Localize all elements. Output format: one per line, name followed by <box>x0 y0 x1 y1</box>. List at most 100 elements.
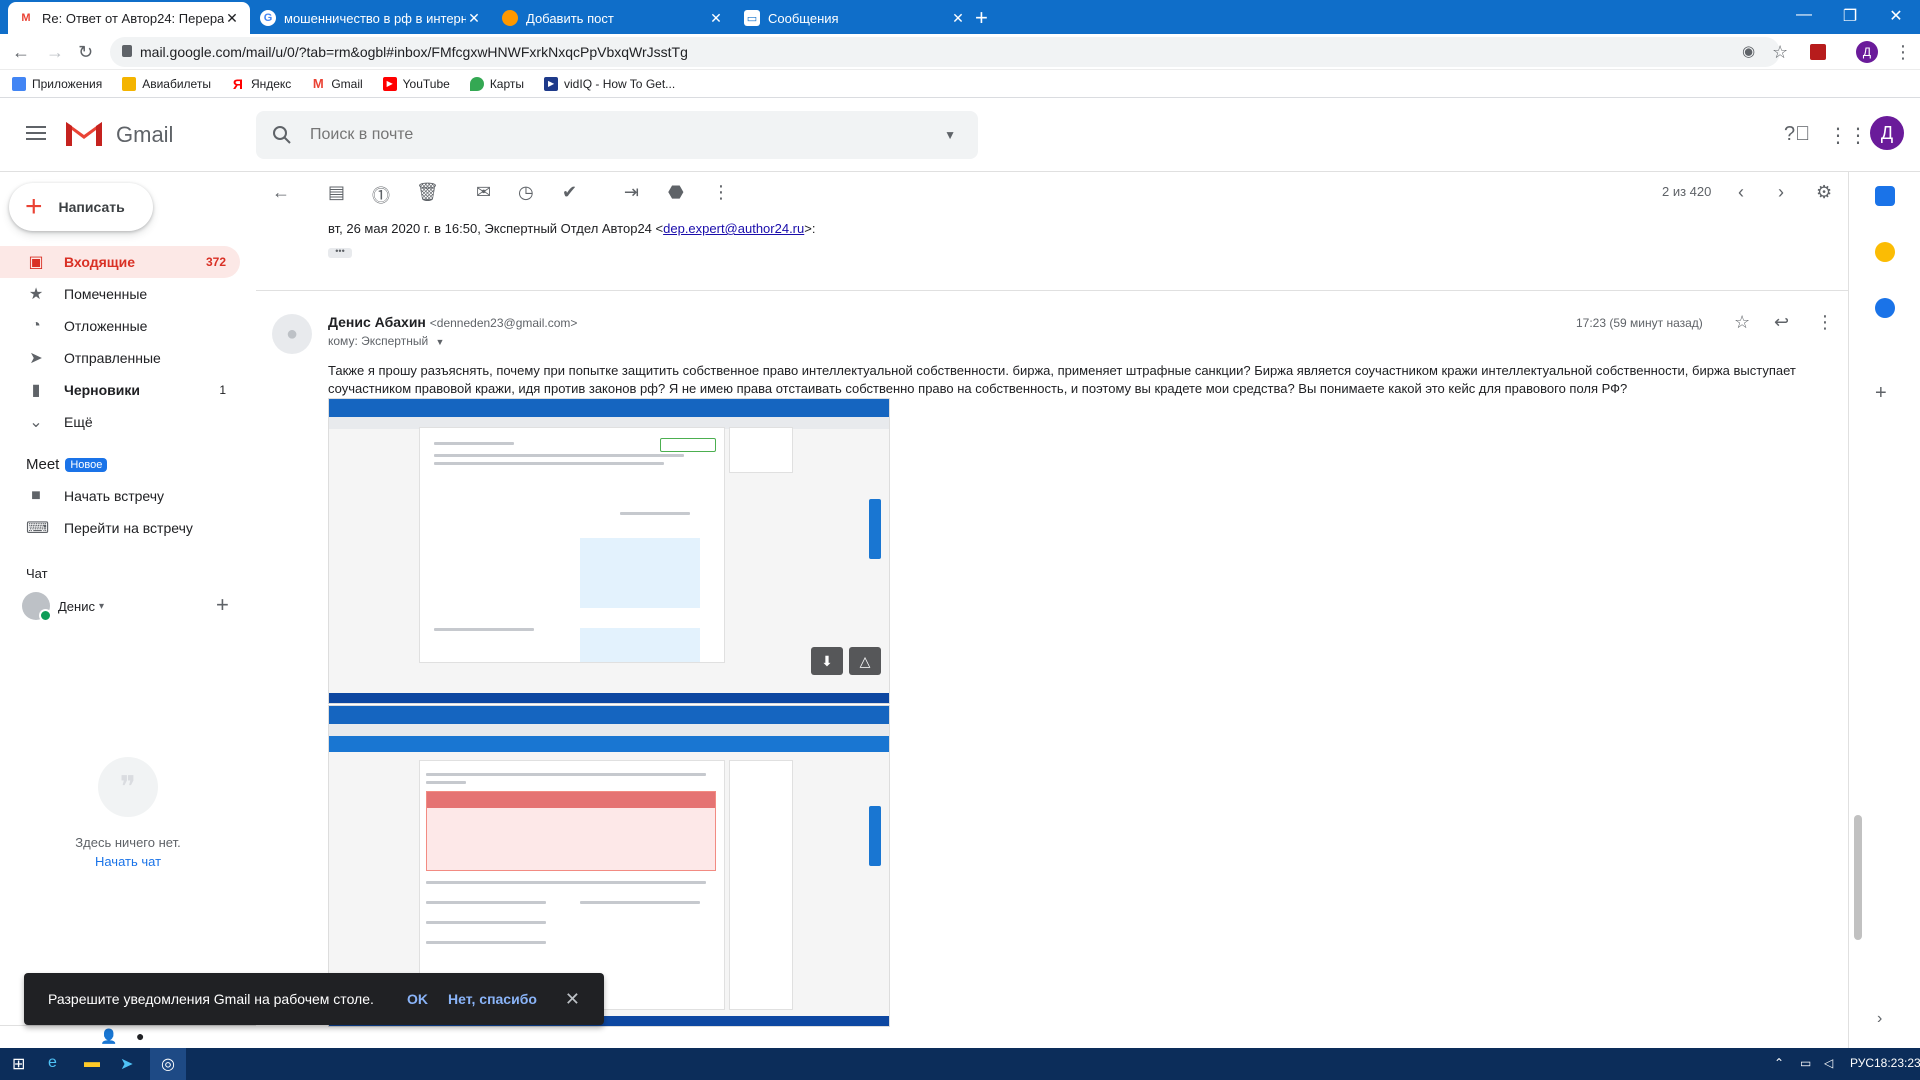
windows-start-icon[interactable]: ⊞ <box>12 1054 25 1074</box>
tab-gmail[interactable]: M Re: Ответ от Автор24: Перерасч ✕ <box>8 2 250 34</box>
chat-icon[interactable]: ● <box>136 1028 144 1044</box>
more-actions-icon[interactable]: ⋮ <box>712 182 730 203</box>
reply-icon[interactable]: ↩ <box>1774 312 1789 333</box>
close-tab-icon[interactable]: ✕ <box>708 10 724 27</box>
add-to-tasks-icon[interactable]: ✔ <box>562 182 577 203</box>
bookmark-label: Карты <box>489 76 525 91</box>
notification-no-button[interactable]: Нет, спасибо <box>448 991 537 1007</box>
bookmark-yandex[interactable]: Я Яндекс <box>231 76 291 92</box>
bookmark-apps[interactable]: Приложения <box>12 76 102 91</box>
start-chat-link[interactable]: Начать чат <box>0 854 256 869</box>
show-trimmed-content-button[interactable]: ••• <box>328 247 352 258</box>
chevron-down-icon[interactable]: ▼ <box>436 337 445 347</box>
star-icon[interactable]: ☆ <box>1734 312 1750 333</box>
tab-google-search[interactable]: G мошенничество в рф в интерне ✕ <box>250 2 492 34</box>
forward-icon[interactable]: → <box>46 42 64 63</box>
meet-join-meeting[interactable]: ⌨ Перейти на встречу <box>0 512 240 544</box>
nav-inbox[interactable]: ▣ Входящие 372 <box>0 246 240 278</box>
main-menu-icon[interactable] <box>26 126 46 144</box>
youtube-icon: ▶ <box>382 76 397 91</box>
report-spam-icon[interactable]: ⓵ <box>372 182 390 208</box>
scrollbar[interactable] <box>1854 815 1862 940</box>
delete-icon[interactable]: 🗑 <box>416 182 439 203</box>
nav-drafts[interactable]: ▮ Черновики 1 <box>0 374 240 406</box>
more-vert-icon[interactable]: ⋮ <box>1894 42 1912 63</box>
bookmark-star-icon[interactable]: ☆ <box>1772 42 1788 63</box>
back-icon[interactable]: ← <box>12 42 30 63</box>
bookmark-aviabilety[interactable]: Авиабилеты <box>122 76 211 91</box>
bookmark-label: Gmail <box>331 76 363 91</box>
newer-icon[interactable]: ‹ <box>1738 182 1744 203</box>
snooze-icon[interactable]: ◷ <box>518 182 534 203</box>
file-explorer-icon[interactable]: ▬ <box>84 1054 100 1072</box>
network-icon[interactable]: ▭ <box>1800 1056 1811 1070</box>
profile-avatar[interactable]: Д <box>1856 41 1878 63</box>
eye-icon[interactable]: ◉ <box>1742 42 1755 60</box>
quote-email-link[interactable]: dep.expert@author24.ru <box>663 221 804 236</box>
bookmark-vidiq[interactable]: ▶ vidIQ - How To Get... <box>544 76 675 91</box>
tab-title: Добавить пост <box>526 10 614 26</box>
calendar-icon[interactable] <box>1875 186 1895 206</box>
extension-icon[interactable] <box>1810 44 1826 60</box>
notification-ok-button[interactable]: OK <box>407 991 428 1007</box>
sender-info: Денис Абахин <denneden23@gmail.com> <box>328 314 577 330</box>
bookmark-gmail[interactable]: M Gmail <box>311 76 363 91</box>
nav-more[interactable]: ⌄ Ещё <box>0 406 240 438</box>
keep-icon[interactable] <box>1875 242 1895 262</box>
label-icon[interactable]: ⬣ <box>668 182 684 203</box>
bookmark-maps[interactable]: Карты <box>469 76 525 91</box>
chrome-icon[interactable]: ◎ <box>150 1048 186 1080</box>
expand-panel-icon[interactable]: › <box>1877 1010 1882 1028</box>
tray-arrow-icon[interactable]: ⌃ <box>1774 1056 1784 1070</box>
attachment-image-1[interactable]: ⬇ △ <box>328 398 890 704</box>
search-bar[interactable]: ▼ <box>256 111 978 159</box>
person-icon[interactable]: 👤 <box>100 1028 117 1045</box>
close-icon[interactable]: ✕ <box>565 989 580 1010</box>
new-tab-button[interactable]: + <box>975 5 988 31</box>
clock-text[interactable]: 18:23:23 <box>1874 1056 1920 1070</box>
nav-starred[interactable]: ★ Помеченные <box>0 278 240 310</box>
meet-start-meeting[interactable]: ■ Начать встречу <box>0 480 240 512</box>
recipient-line[interactable]: кому: Экспертный ▼ <box>328 334 444 348</box>
search-options-icon[interactable]: ▼ <box>944 128 956 142</box>
quote-prefix: вт, 26 мая 2020 г. в 16:50, Экспертный О… <box>328 221 664 236</box>
tasks-icon[interactable] <box>1875 298 1895 318</box>
edge-icon[interactable]: e <box>48 1054 57 1072</box>
telegram-icon[interactable]: ➤ <box>120 1054 133 1074</box>
tab-add-post[interactable]: Добавить пост ✕ <box>492 2 734 34</box>
help-icon[interactable]: ?⃝ <box>1784 123 1810 146</box>
close-tab-icon[interactable]: ✕ <box>224 10 240 27</box>
address-bar[interactable]: mail.google.com/mail/u/0/?tab=rm&ogbl#in… <box>110 37 1780 67</box>
move-to-icon[interactable]: ⇥ <box>624 182 639 203</box>
download-icon[interactable]: ⬇ <box>811 647 843 675</box>
search-input[interactable] <box>310 126 945 144</box>
older-icon[interactable]: › <box>1778 182 1784 203</box>
new-chat-button[interactable]: + <box>216 592 229 618</box>
chat-user-denis[interactable]: Денис ▾ <box>22 592 104 622</box>
gmail-favicon-icon: M <box>21 12 31 24</box>
reload-icon[interactable]: ↻ <box>78 42 93 63</box>
nav-sent[interactable]: ➤ Отправленные <box>0 342 240 374</box>
minimize-icon[interactable]: — <box>1794 6 1814 24</box>
search-icon[interactable] <box>272 125 292 145</box>
bookmark-youtube[interactable]: ▶ YouTube <box>382 76 450 91</box>
notification-snackbar: Разрешите уведомления Gmail на рабочем с… <box>24 973 604 1025</box>
nav-snoozed[interactable]: ◔ Отложенные <box>0 310 240 342</box>
more-vert-icon[interactable]: ⋮ <box>1816 312 1834 333</box>
close-tab-icon[interactable]: ✕ <box>466 10 482 27</box>
back-to-inbox-icon[interactable]: ← <box>272 182 290 203</box>
compose-button[interactable]: + Написать <box>9 183 153 231</box>
tab-messages[interactable]: ▭ Сообщения ✕ <box>734 2 976 34</box>
close-tab-icon[interactable]: ✕ <box>950 10 966 27</box>
restore-icon[interactable]: ❐ <box>1840 6 1860 26</box>
save-to-drive-icon[interactable]: △ <box>849 647 881 675</box>
archive-icon[interactable]: ▤ <box>328 182 345 203</box>
language-indicator[interactable]: РУС <box>1850 1056 1874 1070</box>
add-addon-icon[interactable]: + <box>1875 382 1887 405</box>
account-avatar[interactable]: Д <box>1870 116 1904 150</box>
mark-unread-icon[interactable]: ✉ <box>476 182 491 203</box>
chevron-down-icon[interactable]: ▾ <box>99 601 104 612</box>
close-window-icon[interactable]: ✕ <box>1886 6 1906 26</box>
volume-icon[interactable]: ◁ <box>1824 1056 1833 1070</box>
settings-gear-icon[interactable]: ⚙ <box>1816 182 1832 203</box>
